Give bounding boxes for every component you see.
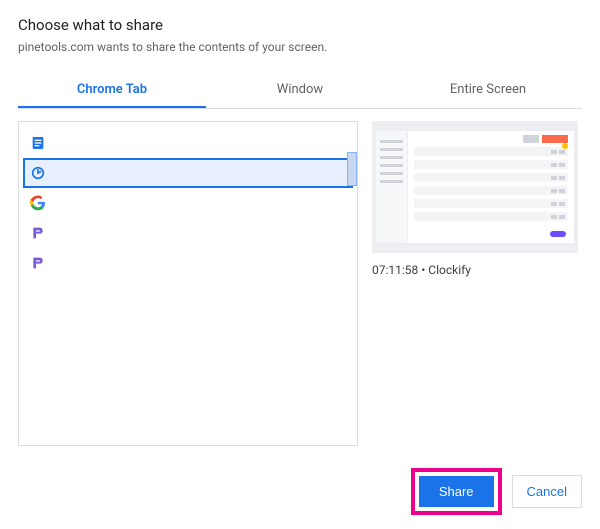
tab-chrome-tab[interactable]: Chrome Tab	[18, 72, 206, 108]
tab-list-item[interactable]	[23, 158, 353, 188]
tab-label: Entire Screen	[450, 82, 526, 97]
preview-caption: 07:11:58 • Clockify	[372, 263, 582, 277]
clockify-icon	[29, 164, 47, 182]
app-purple-icon	[29, 224, 47, 242]
tab-list-item[interactable]	[23, 128, 353, 158]
tab-label: Window	[277, 82, 323, 97]
google-icon	[29, 194, 47, 212]
tab-preview[interactable]	[372, 121, 578, 253]
tab-list-item[interactable]	[23, 248, 353, 278]
app-purple-icon	[29, 254, 47, 272]
tab-label: Chrome Tab	[77, 82, 147, 97]
scrollbar-thumb[interactable]	[347, 152, 357, 186]
dialog-title: Choose what to share	[18, 16, 582, 34]
doc-icon	[29, 134, 47, 152]
preview-pane: 07:11:58 • Clockify	[372, 121, 582, 460]
tab-list-item[interactable]	[23, 188, 353, 218]
content-area: 07:11:58 • Clockify	[18, 109, 582, 460]
tab-list	[19, 122, 357, 284]
tab-entire-screen[interactable]: Entire Screen	[394, 72, 582, 108]
dialog-subtitle: pinetools.com wants to share the content…	[18, 40, 582, 54]
tab-window[interactable]: Window	[206, 72, 394, 108]
share-type-tabs: Chrome Tab Window Entire Screen	[18, 72, 582, 109]
share-highlight: Share	[411, 468, 502, 515]
share-button[interactable]: Share	[419, 476, 494, 507]
tab-list-item[interactable]	[23, 218, 353, 248]
dialog-footer: Share Cancel	[18, 460, 582, 515]
tab-list-pane	[18, 121, 358, 446]
cancel-button[interactable]: Cancel	[512, 475, 582, 508]
share-dialog: Choose what to share pinetools.com wants…	[0, 0, 600, 529]
